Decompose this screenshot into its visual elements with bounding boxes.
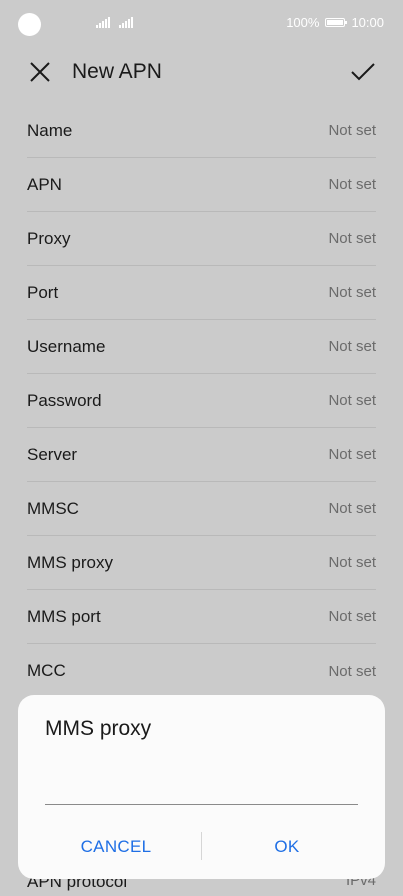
page-title: New APN xyxy=(72,60,162,83)
row-password[interactable]: Password Not set xyxy=(27,374,376,428)
row-label: MMS proxy xyxy=(27,552,113,572)
apn-settings-list: Name Not set APN Not set Proxy Not set Port… xyxy=(27,104,376,698)
battery-percent: 100% xyxy=(286,15,320,30)
battery-icon xyxy=(325,18,348,27)
row-label: Username xyxy=(27,336,106,356)
cancel-button[interactable]: CANCEL xyxy=(41,831,191,863)
row-port[interactable]: Port Not set xyxy=(27,266,376,320)
button-divider xyxy=(201,832,202,860)
row-proxy[interactable]: Proxy Not set xyxy=(27,212,376,266)
row-value: Not set xyxy=(328,338,376,355)
row-value: Not set xyxy=(328,554,376,571)
row-apn[interactable]: APN Not set xyxy=(27,158,376,212)
row-label: MMSC xyxy=(27,498,79,518)
row-label: MCC xyxy=(27,661,66,680)
mms-proxy-dialog: MMS proxy CANCEL OK xyxy=(18,695,385,879)
status-right: 100% 10:00 xyxy=(286,15,384,30)
row-label: Port xyxy=(27,282,59,302)
row-value: Not set xyxy=(328,608,376,625)
row-mcc[interactable]: MCC Not set xyxy=(27,644,376,698)
camera-cutout xyxy=(18,13,41,36)
row-mms-proxy[interactable]: MMS proxy Not set xyxy=(27,536,376,590)
mms-proxy-input[interactable] xyxy=(45,765,358,805)
row-value: Not set xyxy=(328,662,376,680)
checkmark-icon[interactable] xyxy=(349,58,377,86)
close-icon[interactable] xyxy=(26,58,54,86)
row-value: Not set xyxy=(328,500,376,517)
row-value: Not set xyxy=(328,176,376,193)
ok-button[interactable]: OK xyxy=(212,831,362,863)
row-mms-port[interactable]: MMS port Not set xyxy=(27,590,376,644)
row-server[interactable]: Server Not set xyxy=(27,428,376,482)
dialog-title: MMS proxy xyxy=(45,717,152,740)
row-name[interactable]: Name Not set xyxy=(27,104,376,158)
row-value: Not set xyxy=(328,230,376,247)
row-value: Not set xyxy=(328,392,376,409)
row-value: Not set xyxy=(328,284,376,301)
row-value: Not set xyxy=(328,446,376,463)
row-label: Name xyxy=(27,120,73,140)
row-label: Proxy xyxy=(27,228,71,248)
row-label: Server xyxy=(27,444,78,464)
row-value: Not set xyxy=(328,122,376,139)
clock: 10:00 xyxy=(351,15,384,30)
row-mmsc[interactable]: MMSC Not set xyxy=(27,482,376,536)
app-bar: New APN xyxy=(0,48,403,98)
row-label: MMS port xyxy=(27,606,101,626)
status-bar: 100% 10:00 xyxy=(0,0,403,48)
row-username[interactable]: Username Not set xyxy=(27,320,376,374)
signal-icon-2 xyxy=(119,16,135,28)
row-label: Password xyxy=(27,390,102,410)
row-label: APN xyxy=(27,174,62,194)
signal-icon xyxy=(96,16,112,28)
